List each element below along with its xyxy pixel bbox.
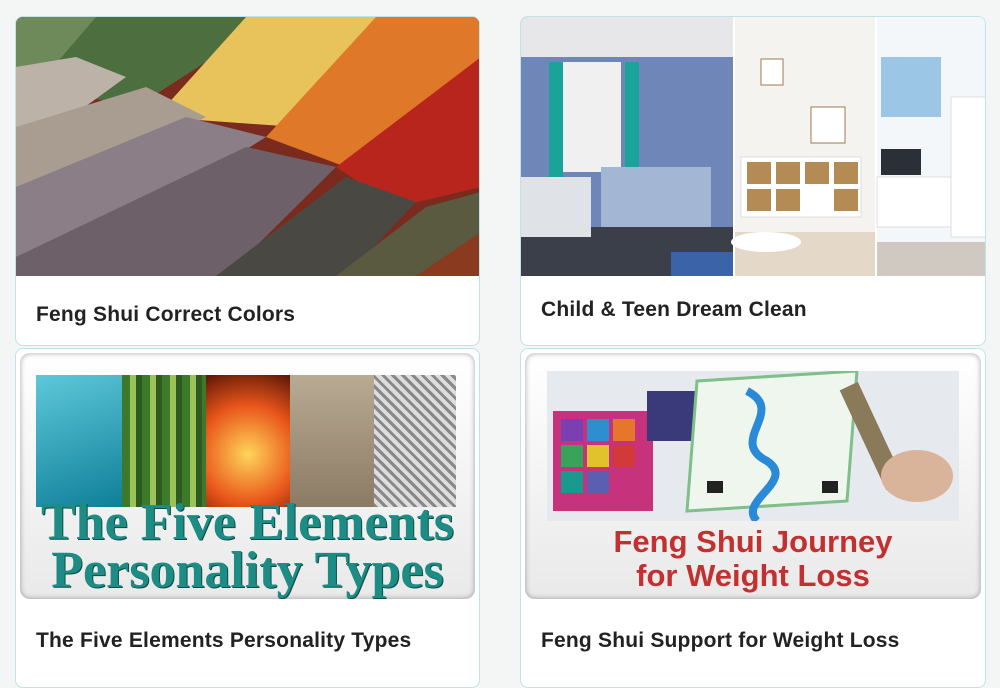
scale-and-chart-illustration [547, 371, 959, 521]
earth-element-panel [290, 375, 374, 507]
image-heading-line2: for Weight Loss [636, 558, 870, 593]
fabric-swatches-image[interactable] [16, 17, 479, 276]
bedroom-collage-illustration [521, 17, 985, 276]
card-title[interactable]: Feng Shui Correct Colors [36, 303, 295, 327]
article-card-five-elements[interactable]: The Five Elements Personality Types The … [15, 348, 480, 688]
article-card-dream-clean[interactable]: Child & Teen Dream Clean [520, 16, 986, 346]
metal-element-panel [374, 375, 456, 507]
article-card-correct-colors[interactable]: Feng Shui Correct Colors [15, 16, 480, 346]
card-title[interactable]: Feng Shui Support for Weight Loss [541, 629, 900, 653]
image-heading-line2: Personality Types [51, 542, 444, 599]
image-heading-line1: Feng Shui Journey [613, 524, 893, 559]
fire-element-panel [206, 375, 290, 507]
card-title[interactable]: Child & Teen Dream Clean [541, 298, 807, 322]
wood-element-panel [122, 375, 206, 507]
weight-loss-image[interactable]: Feng Shui Journey for Weight Loss [521, 349, 985, 599]
five-elements-image[interactable]: The Five Elements Personality Types [16, 349, 479, 599]
fabric-swatches-illustration [16, 17, 479, 276]
article-card-weight-loss[interactable]: Feng Shui Journey for Weight Loss Feng S… [520, 348, 986, 688]
water-element-panel [36, 375, 122, 507]
bedroom-collage-image[interactable] [521, 17, 985, 276]
card-title[interactable]: The Five Elements Personality Types [36, 629, 411, 653]
